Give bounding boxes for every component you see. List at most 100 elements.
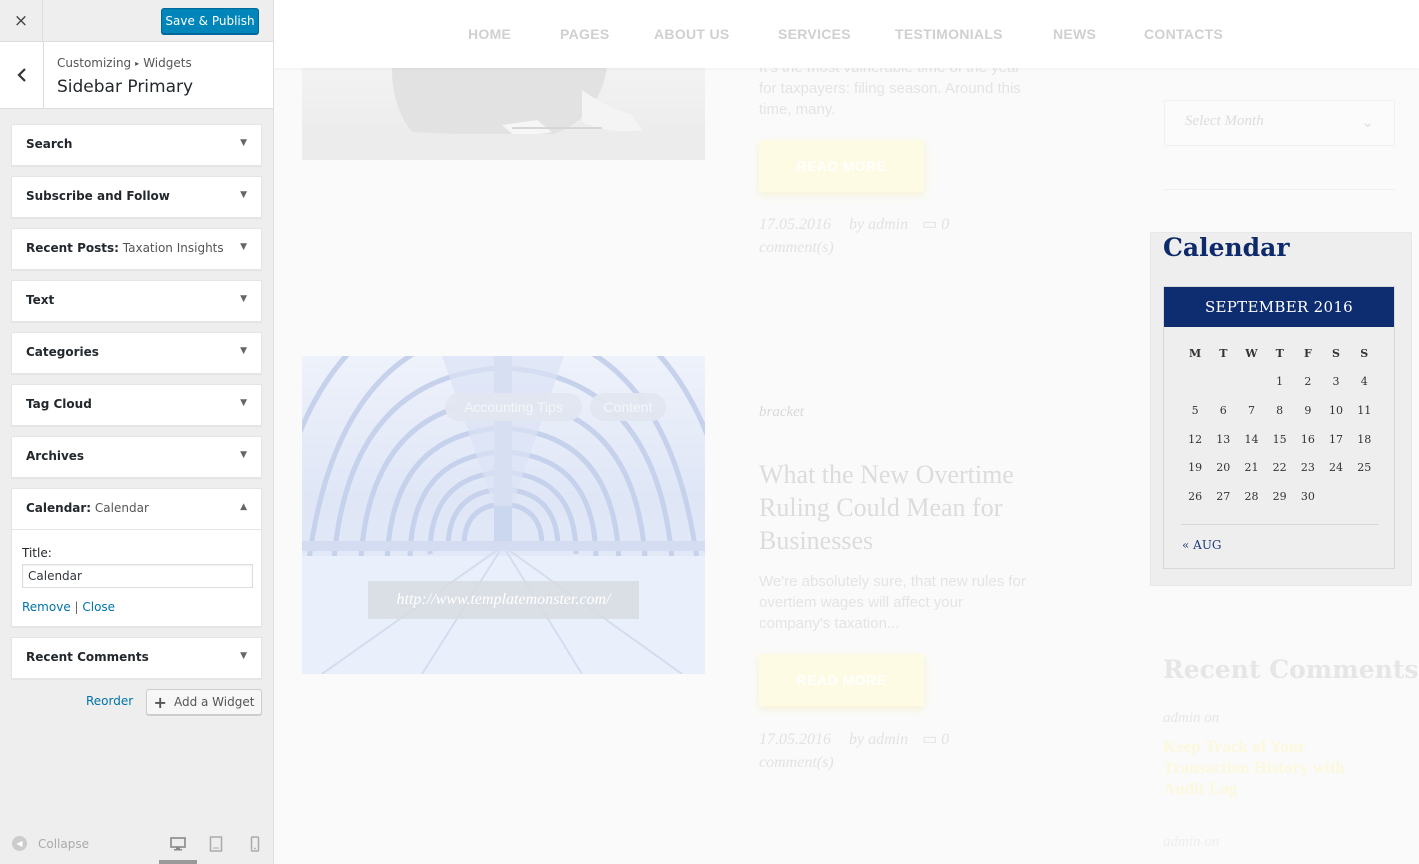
calendar-widget: Calendar SEPTEMBER 2016 M T W T F S S 1 <box>1151 233 1411 585</box>
mobile-icon[interactable] <box>245 834 265 854</box>
excerpt-line: We're absolutely sure, that new rules fo… <box>759 573 1026 590</box>
widget-title: Tag Cloud <box>26 397 92 411</box>
tag-pill[interactable]: Content <box>590 393 666 421</box>
title-field[interactable] <box>22 564 253 588</box>
comments-count[interactable]: 0 <box>941 731 949 748</box>
collapse-icon: ◀ <box>12 836 27 851</box>
calendar-day: 13 <box>1216 432 1231 446</box>
breadcrumb: Customizing ▸ Widgets <box>57 56 192 70</box>
customizer-sidebar: × Save & Publish Customizing ▸ Widgets Sid… <box>0 0 274 864</box>
calendar-day: 3 <box>1332 375 1340 389</box>
chevron-down-icon: ⌄ <box>1361 115 1374 131</box>
nav-home[interactable]: HOME <box>468 26 511 42</box>
remove-link[interactable]: Remove <box>22 600 71 614</box>
post-category[interactable]: bracket <box>759 404 804 421</box>
image-url-caption: http://www.templatemonster.com/ <box>368 581 639 619</box>
calendar-day: 4 <box>1360 375 1368 389</box>
close-link[interactable]: Close <box>82 600 115 614</box>
archives-placeholder: Select Month <box>1185 113 1264 129</box>
save-publish-button[interactable]: Save & Publish <box>161 8 259 34</box>
arrow-down-icon[interactable]: ▼ <box>240 138 247 148</box>
arrow-up-icon[interactable]: ▲ <box>240 502 247 512</box>
post-meta: 17.05.2016 by admin ▭ 0 comment(s) <box>759 728 949 774</box>
comment-author: admin on <box>1163 710 1220 726</box>
calendar-day: 11 <box>1357 403 1372 417</box>
tag-pill[interactable]: Accounting Tips <box>445 393 582 421</box>
breadcrumb-item: Customizing <box>57 56 132 70</box>
calendar-prev-month-link[interactable]: « AUG <box>1182 538 1222 552</box>
site-preview: HOME PAGES ABOUT US SERVICES TESTIMONIAL… <box>274 0 1419 864</box>
widget-title: Text <box>26 293 55 307</box>
archives-dropdown[interactable]: Select Month ⌄ <box>1164 100 1395 146</box>
dow-label: F <box>1303 346 1312 360</box>
widget-categories[interactable]: Categories ▼ <box>11 332 262 374</box>
dow-label: S <box>1332 346 1340 360</box>
arrow-down-icon[interactable]: ▼ <box>240 294 247 304</box>
nav-about-us[interactable]: ABOUT US <box>654 26 730 42</box>
excerpt-line: overtiem wages will affect your <box>759 594 963 611</box>
calendar-title: Calendar <box>1163 233 1290 262</box>
reorder-link[interactable]: Reorder <box>86 694 133 708</box>
close-icon[interactable]: × <box>0 0 43 42</box>
nav-services[interactable]: SERVICES <box>778 26 851 42</box>
calendar-day: 22 <box>1272 461 1287 475</box>
widget-title-instance: Taxation Insights <box>118 241 224 255</box>
arrow-down-icon[interactable]: ▼ <box>240 398 247 408</box>
arrow-down-icon[interactable]: ▼ <box>240 346 247 356</box>
widget-text[interactable]: Text ▼ <box>11 280 262 322</box>
comment-icon: ▭ <box>922 731 938 748</box>
dow-label: W <box>1245 346 1258 360</box>
widget-search[interactable]: Search ▼ <box>11 124 262 166</box>
calendar-week: 12 13 14 15 16 17 18 <box>1181 425 1391 454</box>
nav-contacts[interactable]: CONTACTS <box>1144 26 1223 42</box>
calendar-day: 15 <box>1272 432 1287 446</box>
calendar-day: 18 <box>1357 432 1372 446</box>
arrow-down-icon[interactable]: ▼ <box>240 651 247 661</box>
comments-label[interactable]: comment(s) <box>759 754 834 771</box>
recent-comments-title: Recent Comments <box>1163 655 1419 684</box>
section-header: Customizing ▸ Widgets Sidebar Primary <box>0 42 273 109</box>
nav-news[interactable]: NEWS <box>1053 26 1096 42</box>
chevron-left-icon[interactable] <box>0 42 44 108</box>
widget-recent-comments[interactable]: Recent Comments ▼ <box>11 637 262 679</box>
divider <box>1181 524 1378 525</box>
widget-title: Categories <box>26 345 99 359</box>
calendar-day: 7 <box>1247 403 1255 417</box>
comment-post-link[interactable]: Keep Track of Your Transaction History w… <box>1163 736 1383 799</box>
post-author[interactable]: by admin <box>849 216 908 233</box>
post-image[interactable] <box>302 60 705 160</box>
calendar-week: 1 2 3 4 <box>1181 368 1391 397</box>
comments-label[interactable]: comment(s) <box>759 239 834 256</box>
add-widget-label: Add a Widget <box>173 695 255 709</box>
customizer-footer: ◀ Collapse <box>0 822 273 864</box>
actions-separator: | <box>70 600 83 614</box>
arrow-down-icon[interactable]: ▼ <box>240 450 247 460</box>
widget-tag-cloud[interactable]: Tag Cloud ▼ <box>11 384 262 426</box>
calendar-day: 2 <box>1304 375 1312 389</box>
post-title[interactable]: What the New Overtime Ruling Could Mean … <box>759 458 1014 557</box>
widget-form: Title: Remove | Close <box>12 529 261 626</box>
widget-title-type: Calendar: <box>26 501 92 515</box>
add-widget-button[interactable]: + Add a Widget <box>146 689 262 715</box>
widget-title: Subscribe and Follow <box>26 189 170 203</box>
arrow-down-icon[interactable]: ▼ <box>240 242 247 252</box>
read-more-button[interactable]: READ MORE <box>759 654 924 706</box>
widget-calendar[interactable]: Calendar: Calendar ▲ Title: Remove | Clos… <box>11 488 262 627</box>
excerpt-line: for taxpayers: filing season. Around thi… <box>759 80 1021 97</box>
widget-archives[interactable]: Archives ▼ <box>11 436 262 478</box>
desktop-icon[interactable] <box>168 834 188 854</box>
calendar-week: 5 6 7 8 9 10 11 <box>1181 396 1391 425</box>
widget-recent-posts[interactable]: Recent Posts: Taxation Insights ▼ <box>11 228 262 270</box>
read-more-button[interactable]: READ MORE <box>759 140 924 192</box>
post-image[interactable]: Accounting Tips Content http://www.templ… <box>302 356 705 674</box>
collapse-button[interactable]: ◀ Collapse <box>12 836 89 851</box>
tablet-icon[interactable] <box>206 834 226 854</box>
nav-pages[interactable]: PAGES <box>560 26 609 42</box>
post-author[interactable]: by admin <box>849 731 908 748</box>
comments-count[interactable]: 0 <box>941 216 949 233</box>
active-device-indicator <box>159 860 197 864</box>
arrow-down-icon[interactable]: ▼ <box>240 190 247 200</box>
nav-testimonials[interactable]: TESTIMONIALS <box>895 26 1003 42</box>
widget-subscribe-follow[interactable]: Subscribe and Follow ▼ <box>11 176 262 218</box>
calendar: SEPTEMBER 2016 M T W T F S S 1 2 3 4 5 6… <box>1163 286 1395 569</box>
